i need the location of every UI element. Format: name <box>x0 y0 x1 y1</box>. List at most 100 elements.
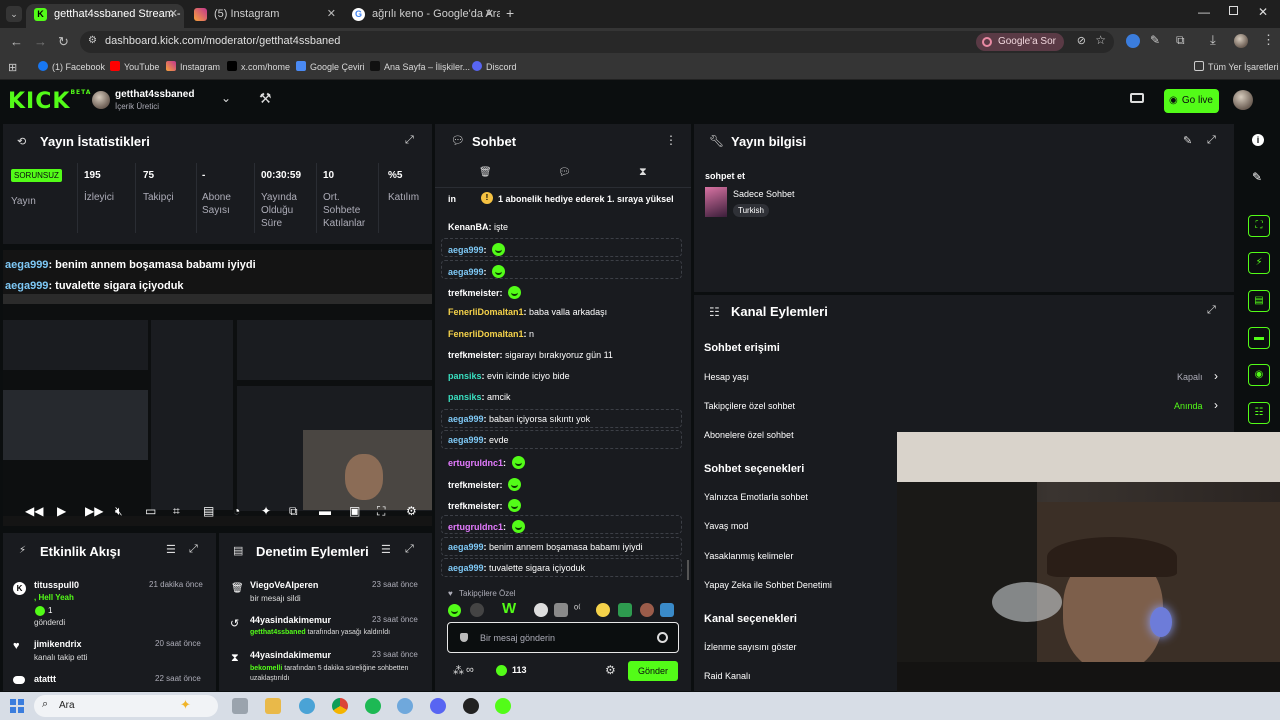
app-icon[interactable] <box>495 698 511 714</box>
all-bookmarks[interactable]: Tüm Yer İşaretleri <box>1194 61 1279 72</box>
eye-off-icon[interactable]: ⊘ <box>1077 34 1086 47</box>
chat-username[interactable]: FenerliDomaltan1 <box>448 329 524 339</box>
emotes-only-label[interactable]: Yalnızca Emotlarla sohbet <box>704 492 808 502</box>
theater-icon[interactable]: ▬ <box>319 504 331 518</box>
bookmark-youtube[interactable]: YouTube <box>110 61 159 72</box>
apps-grid-icon[interactable]: ⊞ <box>8 61 17 74</box>
popout-icon[interactable]: ⤢ <box>1207 304 1216 317</box>
chat-menu-icon[interactable]: ⋮ <box>665 133 677 147</box>
chat-input[interactable]: Bir mesaj gönderin <box>447 622 679 653</box>
chat-message[interactable]: ertugruldnc1: <box>448 456 525 469</box>
popout-icon[interactable]: ⤢ <box>405 543 414 556</box>
sidebar-chat-icon[interactable]: ▬ <box>1248 327 1270 349</box>
followers-only-value[interactable]: Anında <box>1174 401 1203 411</box>
chat-message[interactable]: ertugruldnc1: <box>448 520 525 533</box>
chevron-right-icon[interactable]: › <box>1214 369 1218 383</box>
chat-message[interactable]: aega999: tuvalette sigara içiyoduk <box>448 563 585 573</box>
new-tab-icon[interactable]: + <box>506 5 514 21</box>
app-icon[interactable] <box>299 698 315 714</box>
taskbar-search[interactable]: ⌕ Ara ✦ <box>34 695 218 717</box>
file-explorer-icon[interactable] <box>265 698 281 714</box>
send-button[interactable]: Gönder <box>628 661 678 681</box>
hourglass-icon[interactable]: ⧗ <box>639 166 647 179</box>
sparkle-icon[interactable]: ✦ <box>261 504 271 518</box>
sidebar-broadcast-icon[interactable]: ◉ <box>1248 364 1270 386</box>
bookmark-instagram[interactable]: Instagram <box>166 61 220 72</box>
chat-message[interactable]: trefkmeister: <box>448 478 522 491</box>
chat-username[interactable]: pansiks <box>448 392 482 402</box>
chat-message[interactable]: pansiks: evin icinde iciyo bide <box>448 371 570 381</box>
obs-icon[interactable] <box>463 698 479 714</box>
sidebar-focus-icon[interactable]: ⛶ <box>1248 215 1270 237</box>
emote-icon[interactable] <box>660 603 674 617</box>
chat-message[interactable]: KenanBA: işte <box>448 222 508 232</box>
hammer-icon[interactable]: ⚒ <box>259 90 272 107</box>
chat-username[interactable]: ertugruldnc1 <box>448 522 503 532</box>
clip-icon[interactable]: ▤ <box>203 504 214 518</box>
forward-icon[interactable]: → <box>34 34 47 49</box>
monitor-icon[interactable]: ▣ <box>349 504 360 518</box>
channel-name[interactable]: getthat4ssbaned <box>115 89 194 100</box>
chat-message[interactable]: aega999: evde <box>448 435 509 445</box>
chat-username[interactable]: aega999 <box>448 435 484 445</box>
mod-user[interactable]: ViegoVeAlperen <box>250 580 318 590</box>
stream-preview[interactable]: aega999: benim annem boşamasa babamı iyi… <box>3 250 432 526</box>
pinned-banner[interactable]: in ! 1 abonelik hediye ederek 1. sıraya … <box>441 190 687 208</box>
discord-icon[interactable] <box>430 698 446 714</box>
chat-message[interactable]: aega999: <box>448 243 506 256</box>
mod-user[interactable]: 44yasindakimemur <box>250 650 331 660</box>
app-icon[interactable] <box>397 698 413 714</box>
emote-icon[interactable] <box>554 603 568 617</box>
go-live-button[interactable]: ◉ Go live <box>1164 89 1219 113</box>
filter-icon[interactable]: ☰ <box>166 543 176 556</box>
slow-mode-label[interactable]: Yavaş mod <box>704 521 748 531</box>
chat-username[interactable]: trefkmeister <box>448 288 500 298</box>
spotify-icon[interactable] <box>365 698 381 714</box>
address-bar[interactable]: ⚙ dashboard.kick.com/moderator/getthat4s… <box>80 31 1114 53</box>
extension-icon[interactable]: ✎ <box>1150 33 1160 47</box>
close-tab-icon[interactable]: ✕ <box>485 4 494 24</box>
chat-username[interactable]: aega999 <box>448 245 484 255</box>
show-viewers-label[interactable]: İzlenme sayısını göster <box>704 642 797 652</box>
fullscreen-icon[interactable]: ⛶ <box>377 504 385 519</box>
chat-username[interactable]: ertugruldnc1 <box>448 458 503 468</box>
chat-message[interactable]: trefkmeister: <box>448 499 522 512</box>
kick-points-icon[interactable]: ⁂ <box>453 664 464 677</box>
settings-gear-icon[interactable]: ⚙ <box>406 504 417 518</box>
edit-pencil-icon[interactable]: ✎ <box>1252 170 1262 184</box>
stream-manager-icon[interactable] <box>1130 93 1144 103</box>
kick-logo[interactable]: KICKBETA <box>8 89 91 114</box>
ai-moderation-label[interactable]: Yapay Zeka ile Sohbet Denetimi <box>704 580 832 590</box>
bookmark-x[interactable]: x.com/home <box>227 61 290 72</box>
bookmark-iliskiler[interactable]: Ana Sayfa – İlişkiler... <box>370 61 470 72</box>
back-icon[interactable]: ← <box>10 34 23 49</box>
mod-user[interactable]: 44yasindakimemur <box>250 615 331 625</box>
chat-username[interactable]: trefkmeister <box>448 501 500 511</box>
sidebar-clipboard-icon[interactable]: ▤ <box>1248 290 1270 312</box>
chat-username[interactable]: FenerliDomaltan1 <box>448 307 524 317</box>
chat-message[interactable]: FenerliDomaltan1: baba valla arkadaşı <box>448 307 607 317</box>
windows-start-icon[interactable] <box>10 699 24 713</box>
emote-icon[interactable] <box>470 603 484 617</box>
minimize-icon[interactable]: — <box>1198 5 1210 19</box>
chat-icon[interactable]: 💬︎ <box>558 167 571 178</box>
chat-username[interactable]: KenanBA <box>448 222 489 232</box>
profile-avatar[interactable] <box>1234 34 1248 48</box>
bookmark-star-icon[interactable]: ☆ <box>1095 33 1106 47</box>
chat-message[interactable]: aega999: benim annem boşamasa babamı iyi… <box>448 542 643 552</box>
chevron-right-icon[interactable]: › <box>1214 398 1218 412</box>
tab-instagram[interactable]: (5) Instagram ✕ <box>186 4 342 28</box>
chrome-icon[interactable] <box>332 698 348 714</box>
user-avatar[interactable] <box>1233 90 1253 110</box>
bookmark-discord[interactable]: Discord <box>472 61 517 72</box>
emote-icon[interactable] <box>640 603 654 617</box>
google-ask-button[interactable]: Google'a Sor <box>975 33 1064 51</box>
bookmark-facebook[interactable]: (1) Facebook <box>38 61 105 72</box>
activity-user[interactable]: jimikendrix <box>34 639 82 649</box>
chat-settings-gear-icon[interactable]: ⚙ <box>605 663 616 677</box>
chat-username[interactable]: trefkmeister <box>448 350 500 360</box>
crop-icon[interactable]: ⌗ <box>173 504 180 519</box>
chat-username[interactable]: pansiks <box>448 371 482 381</box>
fast-forward-icon[interactable]: ▶▶ <box>85 504 103 518</box>
chat-message[interactable]: trefkmeister: sigarayı bırakıyoruz gün 1… <box>448 350 613 360</box>
